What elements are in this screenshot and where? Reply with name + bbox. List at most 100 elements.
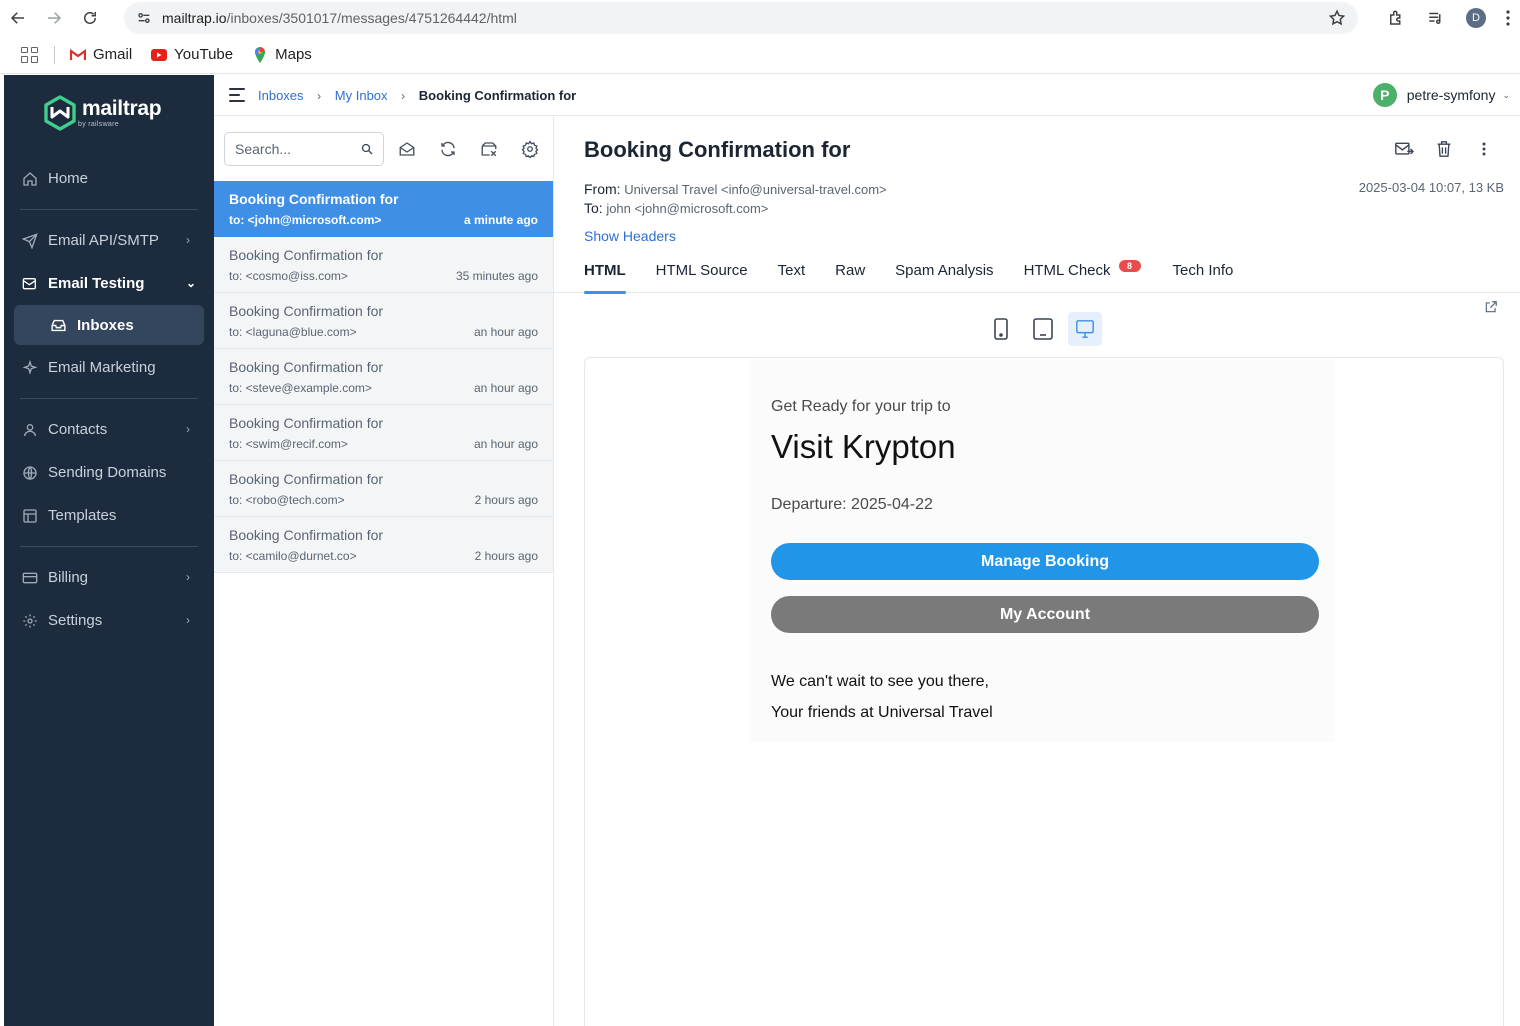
tablet-view-button[interactable]: [1026, 312, 1060, 346]
mobile-view-button[interactable]: [984, 312, 1018, 346]
search-icon[interactable]: [361, 143, 373, 155]
media-controls-button[interactable]: [1416, 0, 1456, 36]
show-headers-link[interactable]: Show Headers: [584, 228, 676, 244]
url-text[interactable]: mailtrap.io/inboxes/3501017/messages/475…: [162, 10, 517, 26]
message-subject: Booking Confirmation for: [229, 247, 384, 263]
forward-email-button[interactable]: [1384, 138, 1424, 160]
reload-button[interactable]: [72, 0, 108, 36]
desktop-view-button[interactable]: [1068, 312, 1102, 346]
bookmark-maps[interactable]: Maps: [251, 46, 312, 64]
profile-button[interactable]: D: [1456, 0, 1496, 36]
sidebar-item-inboxes[interactable]: Inboxes: [14, 305, 204, 345]
gmail-icon: [69, 46, 87, 64]
site-settings-icon[interactable]: [136, 9, 154, 27]
mark-read-button[interactable]: [386, 132, 427, 166]
sidebar-item-sending-domains-label: Sending Domains: [48, 464, 167, 481]
bookmark-star-icon[interactable]: [1328, 9, 1346, 27]
tab-text[interactable]: Text: [778, 256, 806, 293]
tab-tech-info[interactable]: Tech Info: [1173, 256, 1234, 293]
tab-html-check-label: HTML Check: [1023, 262, 1111, 279]
avatar: P: [1372, 83, 1397, 107]
list-item[interactable]: Booking Confirmation for to: <cosmo@iss.…: [214, 237, 553, 293]
sidebar-item-home[interactable]: Home: [4, 157, 214, 200]
sidebar-item-sending-domains[interactable]: Sending Domains: [4, 451, 214, 494]
refresh-button[interactable]: [427, 132, 468, 166]
search-input[interactable]: [235, 140, 355, 157]
sidebar-item-templates[interactable]: Templates: [4, 494, 214, 537]
breadcrumb-my-inbox[interactable]: My Inbox: [335, 88, 388, 103]
bookmarks-bar: Gmail YouTube Maps: [0, 36, 1520, 74]
bookmark-gmail[interactable]: Gmail: [69, 46, 132, 64]
list-item[interactable]: Booking Confirmation for to: <swim@recif…: [214, 405, 553, 461]
message-subject: Booking Confirmation for: [229, 191, 399, 207]
globe-icon: [22, 464, 39, 481]
delete-button[interactable]: [1424, 138, 1464, 160]
more-actions-button[interactable]: [1464, 138, 1504, 160]
email-signoff: We can't wait to see you there, Your fri…: [771, 666, 1319, 728]
message-tabs: HTML HTML Source Text Raw Spam Analysis …: [554, 256, 1520, 294]
email-body: Get Ready for your trip to Visit Krypton…: [751, 358, 1335, 742]
email-headline: Visit Krypton: [771, 428, 956, 465]
message-subject: Booking Confirmation for: [229, 359, 384, 375]
email-signoff-line-2: Your friends at Universal Travel: [771, 704, 993, 721]
list-item[interactable]: Booking Confirmation for to: <robo@tech.…: [214, 461, 553, 517]
contacts-icon: [22, 421, 39, 438]
breadcrumb-inboxes[interactable]: Inboxes: [258, 88, 304, 103]
sidebar-item-email-marketing[interactable]: Email Marketing: [4, 346, 214, 389]
my-account-button[interactable]: My Account: [771, 596, 1319, 633]
forward-button[interactable]: [36, 0, 72, 36]
tab-html[interactable]: HTML: [584, 256, 626, 294]
puzzle-icon: [1390, 10, 1401, 25]
sidebar-item-contacts-label: Contacts: [48, 421, 108, 438]
sparkle-icon: [22, 359, 39, 376]
gear-icon: [521, 139, 538, 158]
sidebar-divider: [20, 398, 198, 399]
list-toolbar: [214, 116, 553, 181]
message-subject: Booking Confirmation for: [229, 471, 384, 487]
address-bar[interactable]: mailtrap.io/inboxes/3501017/messages/475…: [124, 2, 1358, 34]
home-icon: [22, 170, 39, 187]
sidebar-item-billing[interactable]: Billing ›: [4, 556, 214, 599]
extensions-button[interactable]: [1376, 0, 1416, 36]
email-signoff-line-1: We can't wait to see you there,: [771, 673, 989, 690]
sidebar-item-home-label: Home: [48, 170, 89, 187]
brand-name: mailtrap: [82, 96, 162, 120]
message-subject: Booking Confirmation for: [229, 415, 384, 431]
tab-raw[interactable]: Raw: [835, 256, 865, 293]
tab-spam-analysis[interactable]: Spam Analysis: [895, 256, 993, 293]
sidebar-item-settings[interactable]: Settings ›: [4, 599, 214, 642]
message-date-size: 2025-03-04 10:07, 13 KB: [1358, 180, 1504, 195]
sidebar-item-email-marketing-label: Email Marketing: [48, 359, 156, 376]
back-button[interactable]: [0, 0, 36, 36]
user-menu[interactable]: P petre-symfony ⌄: [1372, 83, 1510, 107]
list-item[interactable]: Booking Confirmation for to: <camilo@dur…: [214, 517, 553, 573]
message-subject: Booking Confirmation for: [229, 527, 384, 543]
menu-toggle-icon[interactable]: [229, 88, 245, 102]
list-item[interactable]: Booking Confirmation for to: <john@micro…: [214, 181, 553, 237]
bookmark-youtube[interactable]: YouTube: [150, 46, 233, 64]
mailtrap-logo[interactable]: mailtrap by railsware: [44, 95, 162, 131]
reload-icon: [84, 12, 96, 24]
manage-booking-button[interactable]: Manage Booking: [771, 543, 1319, 580]
list-item[interactable]: Booking Confirmation for to: <steve@exam…: [214, 349, 553, 405]
browser-menu-button[interactable]: [1496, 0, 1520, 36]
brand-sub: by railsware: [78, 120, 119, 128]
mobile-icon: [994, 318, 1008, 340]
sidebar-item-email-api[interactable]: Email API/SMTP ›: [4, 219, 214, 262]
clear-inbox-button[interactable]: [468, 132, 509, 166]
tab-html-check[interactable]: HTML Check 8: [1023, 256, 1141, 293]
external-link-icon[interactable]: [1484, 300, 1498, 314]
sidebar-item-contacts[interactable]: Contacts ›: [4, 408, 214, 451]
tab-html-source[interactable]: HTML Source: [656, 256, 748, 293]
list-item[interactable]: Booking Confirmation for to: <laguna@blu…: [214, 293, 553, 349]
sidebar-divider: [20, 546, 198, 547]
message-title: Booking Confirmation for: [584, 137, 851, 162]
inbox-settings-button[interactable]: [509, 132, 550, 166]
message-time: an hour ago: [473, 437, 538, 451]
apps-grid-icon[interactable]: [20, 46, 38, 64]
playlist-icon: [1429, 12, 1441, 24]
arrow-right-icon: [48, 12, 62, 24]
breadcrumb-separator: ›: [401, 88, 406, 103]
sidebar-item-email-testing[interactable]: Email Testing ⌄: [4, 262, 214, 305]
sidebar-item-email-api-label: Email API/SMTP: [48, 232, 159, 249]
